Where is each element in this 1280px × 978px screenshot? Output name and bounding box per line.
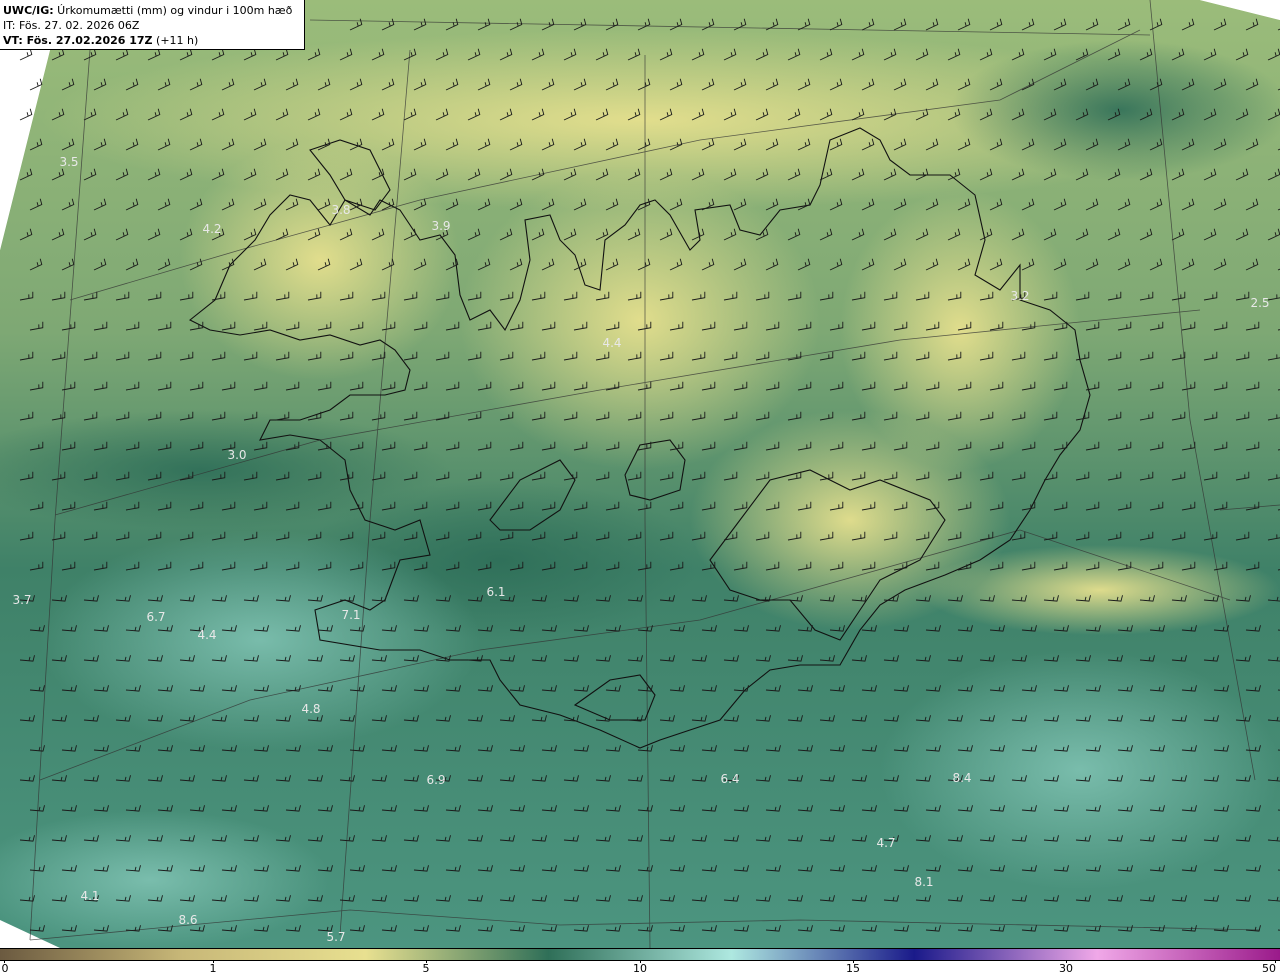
point-value: 8.6 [178, 913, 198, 927]
valid-time: VT: Fös. 27.02.2026 17Z [3, 34, 153, 47]
point-value: 8.1 [914, 875, 934, 889]
point-value: 4.4 [197, 628, 217, 642]
colorbar-tick-label: 0 [1, 962, 9, 975]
colorbar-tick-label: 1 [209, 962, 217, 975]
colorbar-tick-label: 50 [1262, 962, 1276, 975]
point-value: 6.9 [426, 773, 446, 787]
product-code: UWC/IG: [3, 4, 54, 17]
map-header: UWC/IG: Úrkomumætti (mm) og vindur i 100… [0, 0, 305, 50]
point-value: 4.8 [301, 702, 321, 716]
point-value: 4.2 [202, 222, 222, 236]
header-title-row: UWC/IG: Úrkomumætti (mm) og vindur i 100… [3, 3, 301, 18]
point-value: 5.7 [326, 930, 346, 944]
point-value: 8.4 [952, 771, 972, 785]
colorbar-tick-label: 15 [846, 962, 860, 975]
point-value: 3.7 [12, 593, 32, 607]
point-value: 6.1 [486, 585, 506, 599]
point-value: 3.8 [331, 203, 351, 217]
point-value: 3.2 [1010, 289, 1030, 303]
point-value: 6.7 [146, 610, 166, 624]
point-value: 4.7 [876, 836, 896, 850]
point-value: 3.0 [227, 448, 247, 462]
colorbar-tick-label: 30 [1059, 962, 1073, 975]
product-title: Úrkomumætti (mm) og vindur i 100m hæð [53, 4, 293, 17]
weather-map [0, 0, 1280, 948]
valid-time-row: VT: Fös. 27.02.2026 17Z (+11 h) [3, 33, 301, 48]
lead-time: (+11 h) [152, 34, 199, 47]
point-value: 6.4 [720, 772, 740, 786]
point-value: 3.5 [59, 155, 79, 169]
init-time: IT: Fös. 27. 02. 2026 06Z [3, 19, 140, 32]
colorbar-tick-label: 10 [633, 962, 647, 975]
point-value: 4.1 [80, 889, 100, 903]
colorbar-tick-label: 5 [422, 962, 430, 975]
point-value: 3.9 [431, 219, 451, 233]
point-value: 4.4 [602, 336, 622, 350]
point-value: 7.1 [341, 608, 361, 622]
point-value: 2.5 [1250, 296, 1270, 310]
